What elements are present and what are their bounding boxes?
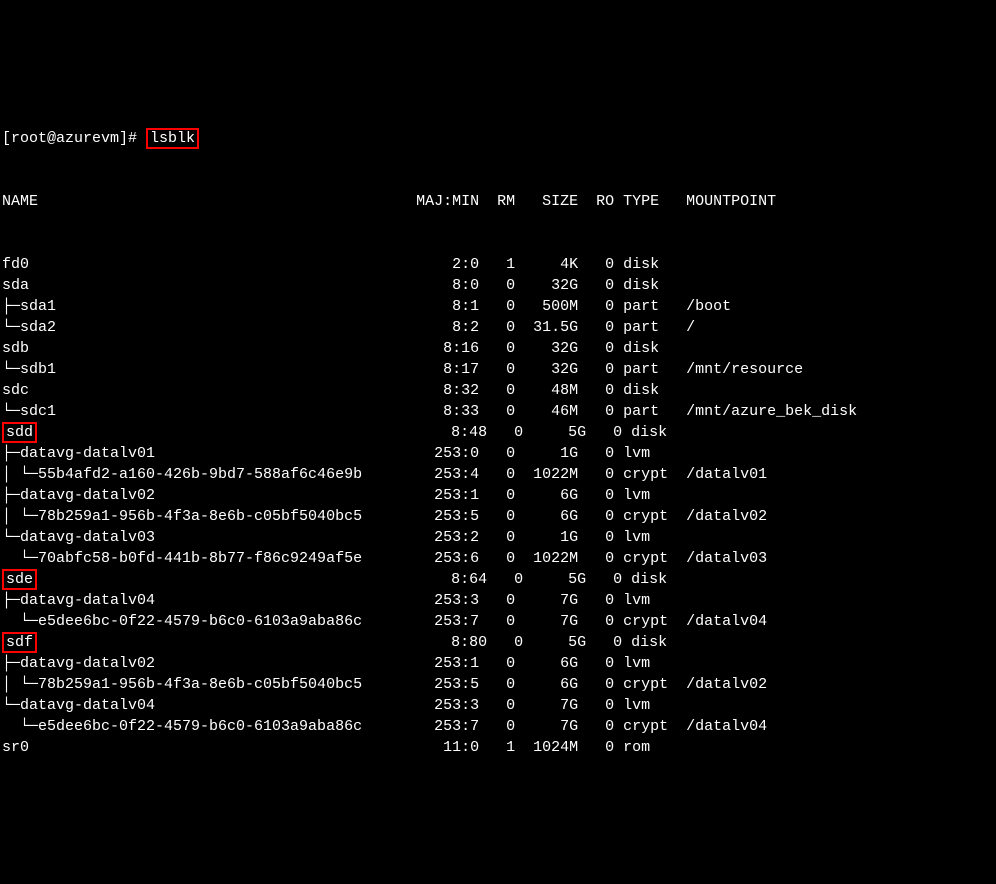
tree-prefix: ├─ (2, 655, 20, 672)
device-columns: 253:3 0 7G 0 lvm (416, 697, 668, 714)
device-row: └─sda2 8:2 0 31.5G 0 part / (2, 317, 996, 338)
device-name: sdb1 (20, 361, 56, 378)
device-row: └─70abfc58-b0fd-441b-8b77-f86c9249af5e 2… (2, 548, 996, 569)
device-name: 70abfc58-b0fd-441b-8b77-f86c9249af5e (38, 550, 362, 567)
device-name: datavg-datalv04 (20, 697, 155, 714)
device-row: │ └─78b259a1-956b-4f3a-8e6b-c05bf5040bc5… (2, 506, 996, 527)
tree-prefix: └─ (2, 613, 38, 630)
device-row: sdb 8:16 0 32G 0 disk (2, 338, 996, 359)
device-columns: 253:3 0 7G 0 lvm (416, 592, 668, 609)
device-columns: 253:5 0 6G 0 crypt /datalv02 (416, 508, 767, 525)
tree-prefix: └─ (2, 361, 20, 378)
device-name: 78b259a1-956b-4f3a-8e6b-c05bf5040bc5 (38, 508, 362, 525)
tree-prefix: ├─ (2, 445, 20, 462)
device-name: sdb (2, 340, 29, 357)
device-name: sdf (2, 632, 37, 653)
device-columns: 2:0 1 4K 0 disk (416, 256, 668, 273)
tree-prefix: └─ (2, 550, 38, 567)
device-row: fd0 2:0 1 4K 0 disk (2, 254, 996, 275)
device-columns: 8:0 0 32G 0 disk (416, 277, 668, 294)
device-name: 78b259a1-956b-4f3a-8e6b-c05bf5040bc5 (38, 676, 362, 693)
tree-prefix: │ └─ (2, 466, 38, 483)
device-columns: 8:80 0 5G 0 disk (424, 634, 676, 651)
device-row: ├─sda1 8:1 0 500M 0 part /boot (2, 296, 996, 317)
tree-prefix: ├─ (2, 592, 20, 609)
device-row: └─sdc1 8:33 0 46M 0 part /mnt/azure_bek_… (2, 401, 996, 422)
tree-prefix: └─ (2, 529, 20, 546)
device-row: sde 8:64 0 5G 0 disk (2, 569, 996, 590)
device-columns: 253:1 0 6G 0 lvm (416, 655, 668, 672)
command-text: lsblk (146, 128, 199, 149)
device-columns: 8:33 0 46M 0 part /mnt/azure_bek_disk (416, 403, 857, 420)
device-row: sdc 8:32 0 48M 0 disk (2, 380, 996, 401)
device-row: └─e5dee6bc-0f22-4579-b6c0-6103a9aba86c 2… (2, 716, 996, 737)
device-columns: 253:7 0 7G 0 crypt /datalv04 (416, 613, 767, 630)
device-name: sdc (2, 382, 29, 399)
device-columns: 8:48 0 5G 0 disk (424, 424, 676, 441)
device-columns: 253:0 0 1G 0 lvm (416, 445, 668, 462)
device-columns: 253:2 0 1G 0 lvm (416, 529, 668, 546)
device-row: ├─datavg-datalv01 253:0 0 1G 0 lvm (2, 443, 996, 464)
device-row: │ └─78b259a1-956b-4f3a-8e6b-c05bf5040bc5… (2, 674, 996, 695)
device-name: datavg-datalv02 (20, 487, 155, 504)
device-name: e5dee6bc-0f22-4579-b6c0-6103a9aba86c (38, 613, 362, 630)
device-row: sdf 8:80 0 5G 0 disk (2, 632, 996, 653)
device-row: ├─datavg-datalv02 253:1 0 6G 0 lvm (2, 485, 996, 506)
device-columns: 11:0 1 1024M 0 rom (416, 739, 668, 756)
shell-prompt: [root@azurevm]# (2, 130, 146, 147)
device-columns: 253:5 0 6G 0 crypt /datalv02 (416, 676, 767, 693)
device-name: datavg-datalv01 (20, 445, 155, 462)
device-columns: 253:6 0 1022M 0 crypt /datalv03 (416, 550, 767, 567)
device-columns: 8:1 0 500M 0 part /boot (416, 298, 731, 315)
device-row: │ └─55b4afd2-a160-426b-9bd7-588af6c46e9b… (2, 464, 996, 485)
device-row: ├─datavg-datalv04 253:3 0 7G 0 lvm (2, 590, 996, 611)
device-name: 55b4afd2-a160-426b-9bd7-588af6c46e9b (38, 466, 362, 483)
prompt-line: [root@azurevm]# lsblk (2, 128, 996, 149)
device-row: └─e5dee6bc-0f22-4579-b6c0-6103a9aba86c 2… (2, 611, 996, 632)
device-name: sdd (2, 422, 37, 443)
device-columns: 8:16 0 32G 0 disk (416, 340, 668, 357)
device-row: ├─datavg-datalv02 253:1 0 6G 0 lvm (2, 653, 996, 674)
device-name: datavg-datalv03 (20, 529, 155, 546)
device-name: sda2 (20, 319, 56, 336)
device-columns: 8:2 0 31.5G 0 part / (416, 319, 695, 336)
device-name: sdc1 (20, 403, 56, 420)
tree-prefix: │ └─ (2, 676, 38, 693)
column-header-row: NAME MAJ:MIN RM SIZE RO TYPE MOUNTPOINT (2, 191, 996, 212)
tree-prefix: ├─ (2, 487, 20, 504)
device-rows: fd0 2:0 1 4K 0 disk sda 8:0 0 32G 0 disk… (2, 254, 996, 758)
device-row: └─datavg-datalv04 253:3 0 7G 0 lvm (2, 695, 996, 716)
device-row: sda 8:0 0 32G 0 disk (2, 275, 996, 296)
device-row: └─datavg-datalv03 253:2 0 1G 0 lvm (2, 527, 996, 548)
tree-prefix: ├─ (2, 298, 20, 315)
device-columns: 253:4 0 1022M 0 crypt /datalv01 (416, 466, 767, 483)
device-row: sr0 11:0 1 1024M 0 rom (2, 737, 996, 758)
device-name: datavg-datalv04 (20, 592, 155, 609)
tree-prefix: └─ (2, 718, 38, 735)
device-row: sdd 8:48 0 5G 0 disk (2, 422, 996, 443)
device-name: sda1 (20, 298, 56, 315)
tree-prefix: │ └─ (2, 508, 38, 525)
device-name: fd0 (2, 256, 29, 273)
device-name: sda (2, 277, 29, 294)
tree-prefix: └─ (2, 319, 20, 336)
device-name: e5dee6bc-0f22-4579-b6c0-6103a9aba86c (38, 718, 362, 735)
device-columns: 8:64 0 5G 0 disk (424, 571, 676, 588)
tree-prefix: └─ (2, 697, 20, 714)
device-columns: 253:7 0 7G 0 crypt /datalv04 (416, 718, 767, 735)
device-row: └─sdb1 8:17 0 32G 0 part /mnt/resource (2, 359, 996, 380)
device-columns: 253:1 0 6G 0 lvm (416, 487, 668, 504)
device-columns: 8:32 0 48M 0 disk (416, 382, 668, 399)
device-columns: 8:17 0 32G 0 part /mnt/resource (416, 361, 803, 378)
terminal-output: [root@azurevm]# lsblk NAME MAJ:MIN RM SI… (0, 84, 996, 779)
device-name: datavg-datalv02 (20, 655, 155, 672)
tree-prefix: └─ (2, 403, 20, 420)
device-name: sr0 (2, 739, 29, 756)
device-name: sde (2, 569, 37, 590)
